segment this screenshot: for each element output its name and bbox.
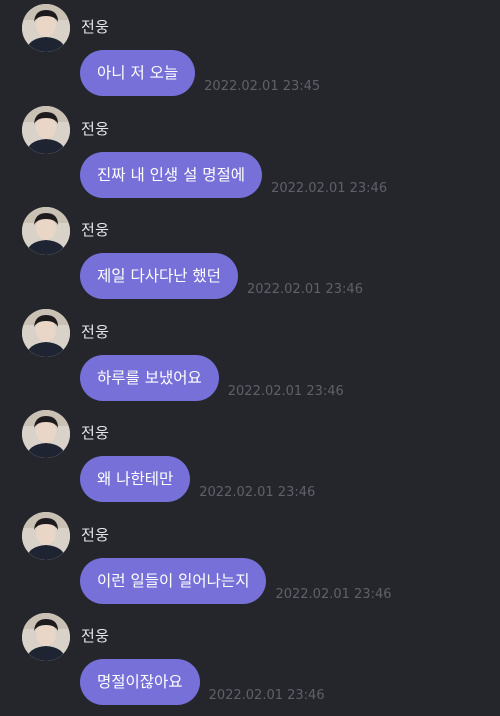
message-timestamp: 2022.02.01 23:46: [199, 485, 316, 500]
avatar-image: [22, 512, 70, 560]
message-bubble[interactable]: 제일 다사다난 했던: [80, 253, 238, 299]
sender-name: 전웅: [81, 323, 110, 341]
message-bubble[interactable]: 아니 저 오늘: [80, 50, 196, 96]
chat-message: 전웅 이런 일들이 일어나는지 2022.02.01 23:46: [0, 508, 500, 610]
message-bubble[interactable]: 하루를 보냈어요: [80, 355, 219, 401]
avatar-image: [22, 207, 70, 255]
message-bubble[interactable]: 진짜 내 인생 설 명절에: [80, 152, 263, 198]
avatar[interactable]: [22, 613, 70, 661]
avatar[interactable]: [22, 309, 70, 357]
avatar-image: [22, 410, 70, 458]
chat-message: 전웅 아니 저 오늘 2022.02.01 23:45: [0, 0, 500, 102]
avatar[interactable]: [22, 106, 70, 154]
sender-name: 전웅: [81, 221, 110, 239]
avatar[interactable]: [22, 207, 70, 255]
chat-message: 전웅 제일 다사다난 했던 2022.02.01 23:46: [0, 203, 500, 305]
avatar[interactable]: [22, 4, 70, 52]
chat-message: 전웅 명절이잖아요 2022.02.01 23:46: [0, 609, 500, 711]
sender-name: 전웅: [81, 627, 110, 645]
sender-name: 전웅: [81, 526, 110, 544]
chat-message: 전웅 진짜 내 인생 설 명절에 2022.02.01 23:46: [0, 102, 500, 204]
avatar-image: [22, 4, 70, 52]
sender-name: 전웅: [81, 18, 110, 36]
avatar-image: [22, 309, 70, 357]
message-timestamp: 2022.02.01 23:46: [227, 384, 344, 399]
message-timestamp: 2022.02.01 23:45: [204, 79, 321, 94]
avatar-image: [22, 613, 70, 661]
message-timestamp: 2022.02.01 23:46: [271, 181, 388, 196]
avatar-image: [22, 106, 70, 154]
message-timestamp: 2022.02.01 23:46: [246, 282, 363, 297]
sender-name: 전웅: [81, 424, 110, 442]
avatar[interactable]: [22, 410, 70, 458]
chat-message: 전웅 왜 나한테만 2022.02.01 23:46: [0, 406, 500, 508]
message-bubble[interactable]: 명절이잖아요: [80, 659, 200, 705]
sender-name: 전웅: [81, 120, 110, 138]
message-bubble[interactable]: 왜 나한테만: [80, 456, 191, 502]
message-timestamp: 2022.02.01 23:46: [208, 688, 325, 703]
message-timestamp: 2022.02.01 23:46: [275, 587, 392, 602]
chat-message: 전웅 하루를 보냈어요 2022.02.01 23:46: [0, 305, 500, 407]
avatar[interactable]: [22, 512, 70, 560]
message-bubble[interactable]: 이런 일들이 일어나는지: [80, 558, 267, 604]
